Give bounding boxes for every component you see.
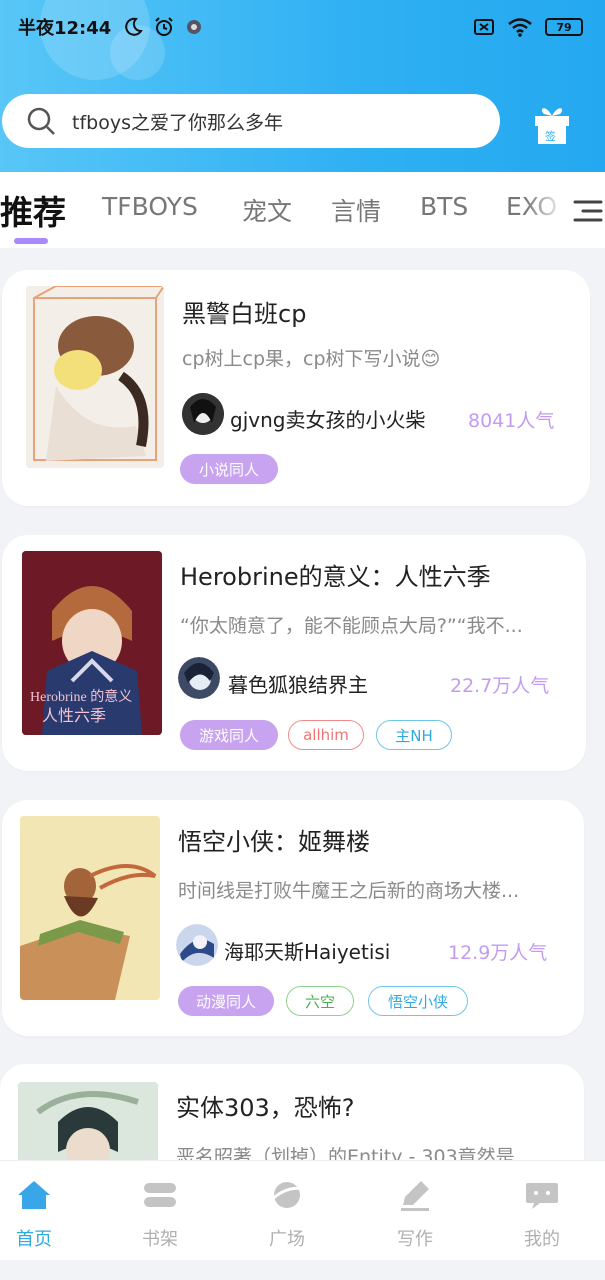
nav-home[interactable]: 首页 (0, 1175, 74, 1251)
author-name[interactable]: gjvng卖女孩的小火柴 (230, 404, 425, 433)
chat-bubble-icon (526, 1183, 558, 1209)
author-name[interactable]: 暮色狐狼结界主 (228, 669, 368, 698)
bottom-navigation: 首页 书架 广场 写作 我的 (0, 1160, 605, 1260)
nav-bookshelf[interactable]: 书架 (120, 1175, 200, 1251)
pen-icon (401, 1181, 429, 1211)
story-card[interactable]: 黑警白班cp cp树上cp果，cp树下写小说😊 gjvng卖女孩的小火柴 804… (2, 270, 590, 506)
story-title[interactable]: 黑警白班cp (182, 294, 306, 329)
nav-label: 写作 (397, 1229, 433, 1250)
popularity-count: 22.7万人气 (450, 675, 550, 697)
story-tag[interactable]: 动漫同人 (178, 986, 274, 1016)
checkin-badge: 签 (545, 130, 556, 143)
notification-dot-icon (187, 20, 202, 34)
app-header: 半夜12:44 79 tfboys之爱了你那么多年 签 (0, 0, 605, 172)
story-description: 时间线是打败牛魔王之后新的商场大楼... (178, 880, 520, 902)
story-tag[interactable]: 主NH (376, 720, 452, 750)
story-tag[interactable]: 六空 (286, 986, 354, 1016)
author-avatar[interactable] (178, 657, 220, 699)
svg-text:人性六季: 人性六季 (42, 707, 106, 725)
nav-square[interactable]: 广场 (247, 1175, 327, 1251)
story-card[interactable]: 悟空小侠：姬舞楼 时间线是打败牛魔王之后新的商场大楼... 海耶天斯Haiyet… (2, 800, 584, 1036)
story-title[interactable]: 实体303，恐怖? (176, 1088, 355, 1123)
category-tabs: 推荐 TFBOYS 宠文 言情 BTS EXO (0, 172, 605, 248)
status-time: 半夜12:44 (18, 18, 112, 39)
author-name[interactable]: 海耶天斯Haiyetisi (224, 936, 390, 965)
home-icon (18, 1181, 50, 1209)
planet-icon (268, 1182, 305, 1208)
nav-label: 首页 (16, 1229, 52, 1250)
tab-yanqing[interactable]: 言情 (331, 192, 381, 228)
nav-mine[interactable]: 我的 (502, 1175, 582, 1251)
story-cover-image (26, 286, 164, 468)
search-icon (27, 107, 55, 135)
nav-write[interactable]: 写作 (375, 1175, 455, 1251)
popularity-count: 8041人气 (468, 410, 555, 432)
svg-text:Herobrine 的意义: Herobrine 的意义 (30, 688, 132, 705)
alarm-icon (155, 17, 174, 36)
status-bar: 半夜12:44 79 (18, 12, 583, 42)
tab-recommend[interactable]: 推荐 (0, 186, 66, 234)
story-tag[interactable]: 游戏同人 (180, 720, 278, 750)
search-bar[interactable]: tfboys之爱了你那么多年 (2, 94, 500, 148)
nav-label: 广场 (269, 1229, 305, 1250)
story-cover-image: Herobrine 的意义 人性六季 (22, 551, 162, 735)
author-avatar[interactable] (182, 393, 224, 435)
battery-indicator: 79 (545, 18, 583, 36)
story-cover-image (20, 816, 160, 1000)
story-title[interactable]: 悟空小侠：姬舞楼 (178, 822, 370, 857)
tab-tfboys[interactable]: TFBOYS (102, 192, 198, 221)
nav-label: 我的 (524, 1229, 560, 1250)
daily-checkin-button[interactable]: 签 (532, 102, 572, 146)
tab-chongwen[interactable]: 宠文 (242, 192, 292, 228)
story-card[interactable]: Herobrine 的意义 人性六季 Herobrine的意义：人性六季 “你太… (2, 535, 586, 771)
sim-off-icon (474, 19, 494, 35)
story-description: cp树上cp果，cp树下写小说😊 (182, 348, 441, 370)
story-tag[interactable]: 悟空小侠 (368, 986, 468, 1016)
tab-bts[interactable]: BTS (420, 192, 468, 221)
wifi-icon (508, 18, 532, 37)
active-tab-indicator (14, 238, 48, 244)
story-tag[interactable]: allhim (288, 720, 364, 750)
category-menu-icon[interactable] (573, 198, 603, 224)
story-title[interactable]: Herobrine的意义：人性六季 (180, 557, 491, 592)
author-avatar[interactable] (176, 924, 218, 966)
story-tag[interactable]: 小说同人 (180, 454, 278, 484)
bookshelf-icon (144, 1183, 176, 1207)
popularity-count: 12.9万人气 (448, 942, 548, 964)
moon-icon (125, 17, 144, 36)
nav-label: 书架 (142, 1229, 178, 1250)
story-description: “你太随意了，能不能顾点大局?”“我不... (180, 615, 523, 637)
search-input-text[interactable]: tfboys之爱了你那么多年 (72, 108, 283, 135)
